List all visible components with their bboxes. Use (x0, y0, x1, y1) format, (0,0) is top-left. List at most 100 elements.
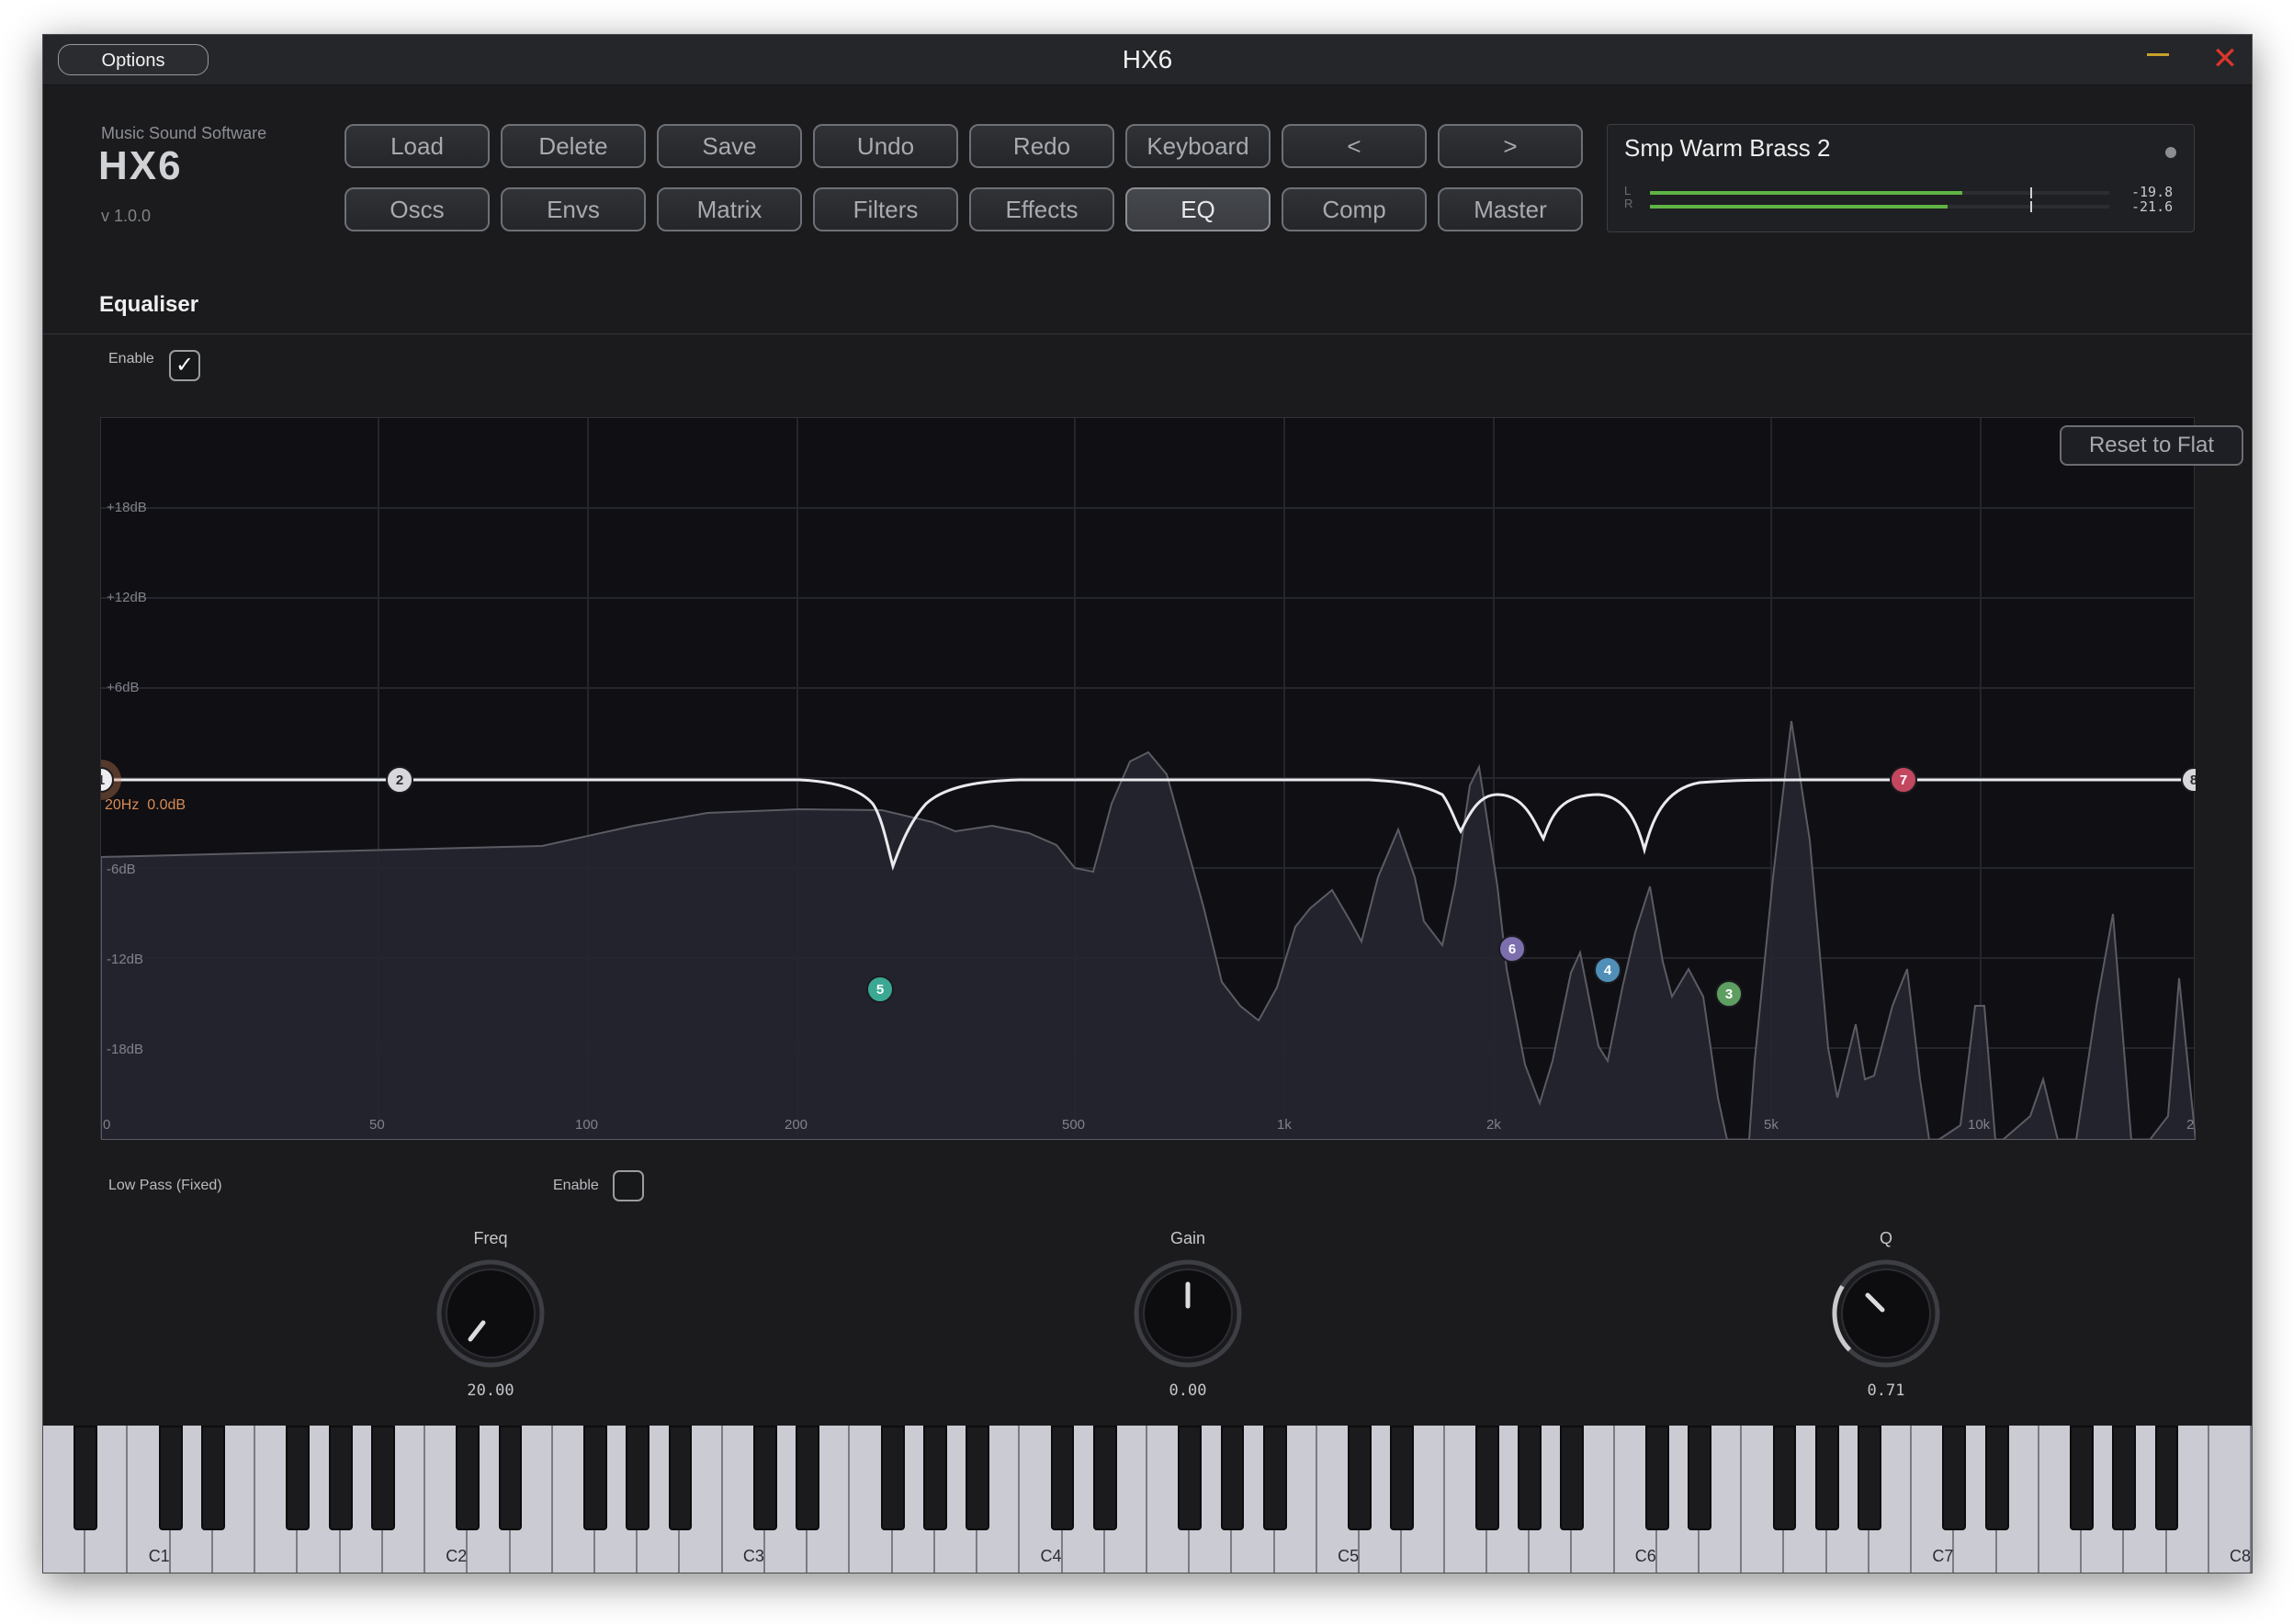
black-key[interactable] (1772, 1426, 1797, 1530)
black-key[interactable] (1220, 1426, 1245, 1530)
eq-graph-svg[interactable]: +18dB +12dB +6dB -6dB -12dB -18dB 0 50 1… (101, 418, 2196, 1140)
db-label: -12dB (107, 952, 143, 967)
black-key[interactable] (966, 1426, 989, 1530)
freq-label: 100 (575, 1117, 598, 1133)
tab-comp[interactable]: Comp (1282, 187, 1427, 231)
eq-enable-checkbox[interactable]: ✓ (169, 350, 200, 381)
band-handle-3[interactable]: 3 (1715, 980, 1743, 1008)
freq-label: 200 (785, 1117, 808, 1133)
black-key[interactable] (498, 1426, 523, 1530)
black-key[interactable] (1560, 1426, 1585, 1530)
black-key[interactable] (668, 1426, 693, 1530)
freq-label: 50 (369, 1117, 385, 1133)
db-label: +12dB (107, 590, 147, 605)
knob-value-gain: 0.00 (1169, 1382, 1207, 1400)
band-handle-6[interactable]: 6 (1498, 935, 1526, 963)
black-key[interactable] (626, 1426, 650, 1530)
black-key[interactable] (880, 1426, 905, 1530)
db-label: +18dB (107, 500, 147, 515)
meter-right (1650, 201, 2109, 212)
q-knob[interactable] (1831, 1258, 1941, 1369)
black-key[interactable] (1050, 1426, 1075, 1530)
black-key[interactable] (922, 1426, 947, 1530)
band-name-label: Low Pass (Fixed) (108, 1178, 222, 1193)
tab-eq[interactable]: EQ (1125, 187, 1271, 231)
preset-display[interactable]: Smp Warm Brass 2 L R -19.8 -21.6 (1607, 124, 2195, 232)
black-key[interactable] (583, 1426, 607, 1530)
svg-text:8: 8 (2190, 773, 2196, 788)
freq-label: 10k (1968, 1117, 1991, 1133)
black-key[interactable] (1857, 1426, 1881, 1530)
black-key[interactable] (456, 1426, 480, 1530)
previous-preset-button[interactable]: < (1282, 124, 1427, 168)
black-key[interactable] (2112, 1426, 2137, 1530)
eq-graph[interactable]: +18dB +12dB +6dB -6dB -12dB -18dB 0 50 1… (100, 417, 2243, 1140)
knob-value-q: 0.71 (1867, 1382, 1905, 1400)
band-enable-label: Enable (553, 1178, 599, 1193)
band-handle-5[interactable]: 5 (866, 976, 894, 1003)
black-key[interactable] (1688, 1426, 1711, 1530)
tab-oscs[interactable]: Oscs (345, 187, 490, 231)
black-key[interactable] (1644, 1426, 1669, 1530)
black-key[interactable] (1474, 1426, 1499, 1530)
svg-text:1: 1 (101, 773, 105, 788)
save-button[interactable]: Save (657, 124, 802, 168)
eq-point-readout: 20Hz 0.0dB (105, 797, 186, 813)
black-key[interactable] (2154, 1426, 2179, 1530)
black-key[interactable] (286, 1426, 311, 1530)
octave-label: C1 (148, 1547, 170, 1565)
freq-label: 2 (2186, 1117, 2194, 1133)
svg-text:5: 5 (876, 982, 884, 998)
black-key[interactable] (796, 1426, 820, 1530)
load-button[interactable]: Load (345, 124, 490, 168)
knob-label-gain: Gain (1169, 1229, 1206, 1247)
band-handle-4[interactable]: 4 (1594, 956, 1621, 984)
reset-to-flat-button[interactable]: Reset to Flat (2060, 425, 2243, 466)
band-handle-8[interactable]: 8 (2181, 767, 2196, 793)
freq-knob[interactable] (435, 1258, 546, 1369)
black-key[interactable] (1262, 1426, 1287, 1530)
tab-envs[interactable]: Envs (501, 187, 646, 231)
black-key[interactable] (1814, 1426, 1839, 1530)
black-key[interactable] (370, 1426, 395, 1530)
piano-keyboard[interactable]: C1 C2 C3 C4 C5 C6 C7 C8 (43, 1426, 2252, 1573)
black-key[interactable] (1942, 1426, 1967, 1530)
knob-label-q: Q (1879, 1229, 1892, 1247)
delete-button[interactable]: Delete (501, 124, 646, 168)
tab-matrix[interactable]: Matrix (657, 187, 802, 231)
tab-filters[interactable]: Filters (813, 187, 958, 231)
freq-label: 5k (1764, 1117, 1779, 1133)
keyboard-button[interactable]: Keyboard (1125, 124, 1271, 168)
black-key[interactable] (1178, 1426, 1203, 1530)
gain-knob[interactable] (1133, 1258, 1243, 1369)
band-handle-2[interactable]: 2 (386, 766, 413, 794)
plugin-window: Options HX6 ✕ Music Sound Software HX6 v… (42, 34, 2253, 1573)
band-handle-7[interactable]: 7 (1890, 766, 1917, 794)
tab-master[interactable]: Master (1438, 187, 1583, 231)
close-icon[interactable]: ✕ (2211, 42, 2239, 75)
brand-company: Music Sound Software (101, 124, 267, 142)
octave-label: C5 (1338, 1547, 1360, 1565)
black-key[interactable] (200, 1426, 225, 1530)
black-key[interactable] (1518, 1426, 1542, 1530)
redo-button[interactable]: Redo (969, 124, 1114, 168)
band-handle-1[interactable]: 1 (101, 760, 121, 800)
octave-label: C8 (2230, 1547, 2252, 1565)
black-key[interactable] (1984, 1426, 2009, 1530)
minimize-icon[interactable] (2147, 53, 2169, 56)
black-key[interactable] (1390, 1426, 1415, 1530)
undo-button[interactable]: Undo (813, 124, 958, 168)
meter-left (1650, 187, 2109, 198)
options-button[interactable]: Options (58, 44, 209, 75)
tab-effects[interactable]: Effects (969, 187, 1114, 231)
black-key[interactable] (73, 1426, 98, 1530)
black-key[interactable] (1092, 1426, 1117, 1530)
black-key[interactable] (752, 1426, 777, 1530)
meter-right-value: -21.6 (2131, 198, 2174, 215)
next-preset-button[interactable]: > (1438, 124, 1583, 168)
black-key[interactable] (328, 1426, 353, 1530)
black-key[interactable] (1348, 1426, 1372, 1530)
band-enable-checkbox[interactable] (613, 1170, 644, 1201)
black-key[interactable] (2070, 1426, 2094, 1530)
black-key[interactable] (158, 1426, 183, 1530)
